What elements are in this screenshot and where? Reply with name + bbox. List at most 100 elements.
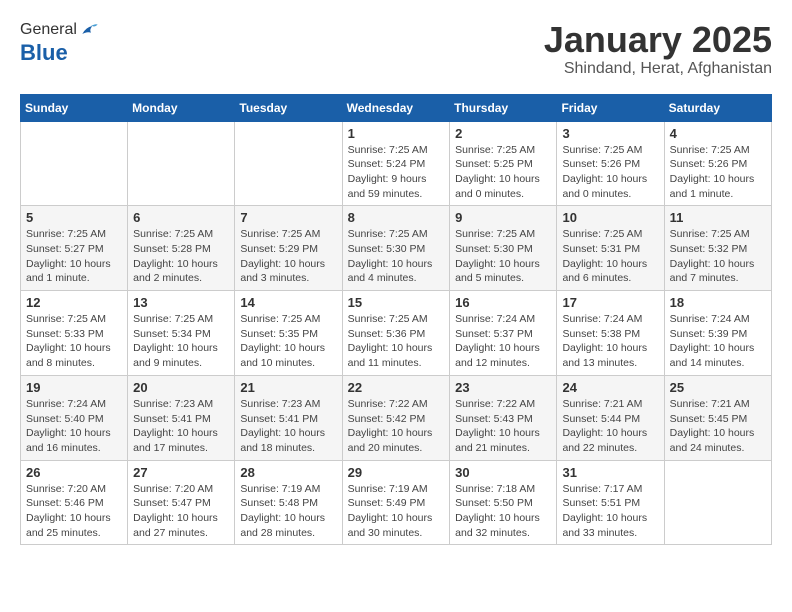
day-info-text: Sunrise: 7:22 AM [455,397,551,412]
day-number: 22 [348,380,445,395]
day-of-week-header: Sunday [21,94,128,121]
day-number: 6 [133,210,229,225]
calendar-day-cell: 13Sunrise: 7:25 AMSunset: 5:34 PMDayligh… [128,291,235,376]
day-info-text: Sunset: 5:38 PM [562,327,658,342]
day-info-text: Sunset: 5:34 PM [133,327,229,342]
day-info-text: Daylight: 10 hours and 4 minutes. [348,257,445,286]
day-number: 24 [562,380,658,395]
day-number: 12 [26,295,122,310]
day-info-text: Daylight: 10 hours and 7 minutes. [670,257,766,286]
day-number: 15 [348,295,445,310]
day-info-text: Daylight: 10 hours and 30 minutes. [348,511,445,540]
calendar-day-cell: 26Sunrise: 7:20 AMSunset: 5:46 PMDayligh… [21,460,128,545]
day-number: 1 [348,126,445,141]
day-number: 9 [455,210,551,225]
day-info-text: Daylight: 10 hours and 0 minutes. [562,172,658,201]
day-info-text: Sunrise: 7:25 AM [133,227,229,242]
calendar-day-cell [235,121,342,206]
calendar-day-cell [128,121,235,206]
day-number: 5 [26,210,122,225]
logo: General Blue [20,20,99,66]
day-number: 4 [670,126,766,141]
day-info-text: Daylight: 10 hours and 12 minutes. [455,341,551,370]
day-info-text: Daylight: 10 hours and 0 minutes. [455,172,551,201]
page-subtitle: Shindand, Herat, Afghanistan [544,60,772,78]
day-info-text: Daylight: 10 hours and 13 minutes. [562,341,658,370]
day-info-text: Sunset: 5:37 PM [455,327,551,342]
day-info-text: Daylight: 10 hours and 17 minutes. [133,426,229,455]
day-info-text: Daylight: 10 hours and 14 minutes. [670,341,766,370]
day-number: 30 [455,465,551,480]
day-info-text: Sunset: 5:24 PM [348,157,445,172]
day-info-text: Sunrise: 7:24 AM [670,312,766,327]
day-info-text: Sunrise: 7:19 AM [240,482,336,497]
day-info-text: Daylight: 10 hours and 33 minutes. [562,511,658,540]
day-number: 21 [240,380,336,395]
day-info-text: Daylight: 10 hours and 24 minutes. [670,426,766,455]
day-info-text: Sunset: 5:33 PM [26,327,122,342]
calendar-week-row: 26Sunrise: 7:20 AMSunset: 5:46 PMDayligh… [21,460,772,545]
calendar-day-cell: 25Sunrise: 7:21 AMSunset: 5:45 PMDayligh… [664,375,771,460]
day-info-text: Sunset: 5:26 PM [670,157,766,172]
day-info-text: Sunset: 5:25 PM [455,157,551,172]
calendar-week-row: 5Sunrise: 7:25 AMSunset: 5:27 PMDaylight… [21,206,772,291]
day-info-text: Sunset: 5:35 PM [240,327,336,342]
day-info-text: Sunset: 5:30 PM [348,242,445,257]
day-info-text: Sunrise: 7:17 AM [562,482,658,497]
day-info-text: Sunrise: 7:25 AM [133,312,229,327]
day-number: 11 [670,210,766,225]
calendar-day-cell: 14Sunrise: 7:25 AMSunset: 5:35 PMDayligh… [235,291,342,376]
day-info-text: Sunrise: 7:18 AM [455,482,551,497]
day-info-text: Sunset: 5:40 PM [26,412,122,427]
day-number: 28 [240,465,336,480]
day-number: 17 [562,295,658,310]
day-info-text: Sunrise: 7:25 AM [26,227,122,242]
day-info-text: Sunset: 5:48 PM [240,496,336,511]
logo-bird-icon [79,20,99,40]
day-info-text: Sunrise: 7:25 AM [26,312,122,327]
day-info-text: Sunrise: 7:25 AM [455,143,551,158]
page-header: General Blue January 2025 Shindand, Hera… [20,20,772,78]
day-info-text: Sunset: 5:46 PM [26,496,122,511]
calendar-day-cell: 21Sunrise: 7:23 AMSunset: 5:41 PMDayligh… [235,375,342,460]
day-number: 3 [562,126,658,141]
calendar-day-cell: 15Sunrise: 7:25 AMSunset: 5:36 PMDayligh… [342,291,450,376]
day-info-text: Sunset: 5:50 PM [455,496,551,511]
day-info-text: Sunrise: 7:19 AM [348,482,445,497]
calendar-day-cell: 28Sunrise: 7:19 AMSunset: 5:48 PMDayligh… [235,460,342,545]
day-of-week-header: Friday [557,94,664,121]
day-info-text: Daylight: 10 hours and 27 minutes. [133,511,229,540]
calendar-day-cell: 11Sunrise: 7:25 AMSunset: 5:32 PMDayligh… [664,206,771,291]
day-number: 20 [133,380,229,395]
calendar-day-cell: 10Sunrise: 7:25 AMSunset: 5:31 PMDayligh… [557,206,664,291]
calendar-day-cell: 7Sunrise: 7:25 AMSunset: 5:29 PMDaylight… [235,206,342,291]
day-of-week-header: Thursday [450,94,557,121]
day-info-text: Sunset: 5:36 PM [348,327,445,342]
calendar-day-cell: 18Sunrise: 7:24 AMSunset: 5:39 PMDayligh… [664,291,771,376]
day-info-text: Daylight: 10 hours and 22 minutes. [562,426,658,455]
day-info-text: Sunrise: 7:25 AM [562,227,658,242]
day-info-text: Sunrise: 7:25 AM [240,312,336,327]
day-info-text: Sunset: 5:41 PM [133,412,229,427]
calendar-day-cell: 1Sunrise: 7:25 AMSunset: 5:24 PMDaylight… [342,121,450,206]
page-title: January 2025 [544,20,772,60]
calendar-day-cell: 6Sunrise: 7:25 AMSunset: 5:28 PMDaylight… [128,206,235,291]
day-info-text: Daylight: 10 hours and 18 minutes. [240,426,336,455]
day-number: 19 [26,380,122,395]
day-info-text: Sunset: 5:44 PM [562,412,658,427]
day-info-text: Sunset: 5:42 PM [348,412,445,427]
day-info-text: Sunrise: 7:20 AM [26,482,122,497]
calendar-table: SundayMondayTuesdayWednesdayThursdayFrid… [20,94,772,546]
calendar-day-cell: 19Sunrise: 7:24 AMSunset: 5:40 PMDayligh… [21,375,128,460]
day-info-text: Daylight: 10 hours and 6 minutes. [562,257,658,286]
day-of-week-header: Saturday [664,94,771,121]
calendar-day-cell: 2Sunrise: 7:25 AMSunset: 5:25 PMDaylight… [450,121,557,206]
day-info-text: Daylight: 10 hours and 1 minute. [670,172,766,201]
day-info-text: Sunrise: 7:23 AM [240,397,336,412]
day-number: 16 [455,295,551,310]
day-info-text: Daylight: 9 hours and 59 minutes. [348,172,445,201]
day-info-text: Sunset: 5:31 PM [562,242,658,257]
day-info-text: Sunrise: 7:25 AM [348,312,445,327]
day-info-text: Sunset: 5:39 PM [670,327,766,342]
day-info-text: Daylight: 10 hours and 20 minutes. [348,426,445,455]
